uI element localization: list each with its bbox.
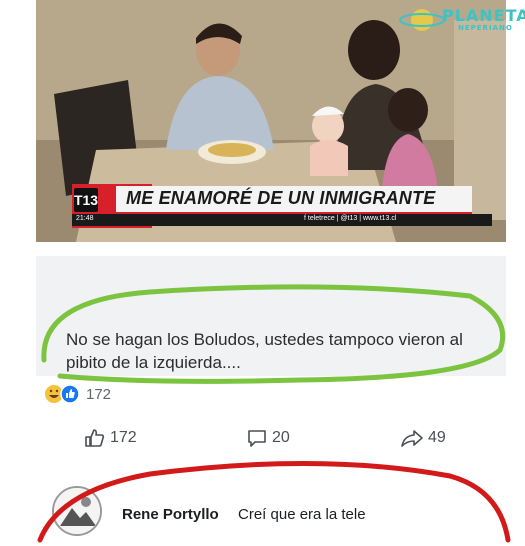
- like-button[interactable]: 172: [84, 424, 137, 452]
- planet-logo-icon: [399, 9, 445, 31]
- post-action-row: 172 20 49: [36, 418, 506, 458]
- tv-time: 21:48: [76, 215, 94, 222]
- t13-logo: T13: [74, 188, 98, 212]
- tv-social-handles: f teletrece | @t13 | www.t13.cl: [304, 215, 397, 222]
- comment-bubble: No se hagan los Boludos, ustedes tampoco…: [36, 256, 506, 376]
- reply-comment: Rene Portyllo Creí que era la tele: [36, 476, 506, 542]
- avatar[interactable]: [52, 486, 102, 536]
- share-arrow-icon: [401, 430, 423, 447]
- reactions-summary[interactable]: 172: [44, 383, 111, 405]
- tv-lower-third: T13 ME ENAMORÉ DE UN INMIGRANTE 21:48 f …: [36, 184, 506, 228]
- like-count: 172: [110, 429, 137, 446]
- share-count: 49: [428, 429, 446, 446]
- watermark-subtitle: NEPERIANO: [458, 24, 513, 32]
- comment-button[interactable]: 20: [246, 424, 290, 452]
- reply-author-name[interactable]: Rene Portyllo: [122, 506, 219, 523]
- tv-headline: ME ENAMORÉ DE UN INMIGRANTE: [126, 188, 436, 208]
- planeta-neperiano-watermark: PLANETA NEPERIANO: [398, 2, 525, 38]
- ticker-bar: [72, 214, 492, 226]
- thumbs-up-icon: [85, 429, 105, 447]
- watermark-title: PLANETA: [442, 6, 525, 25]
- comment-count: 20: [272, 429, 290, 446]
- like-reaction-icon: [60, 384, 80, 404]
- reply-text: Creí que era la tele: [238, 506, 366, 523]
- reactions-count: 172: [86, 385, 112, 403]
- comment-bubble-icon: [248, 430, 266, 447]
- comment-text: No se hagan los Boludos, ustedes tampoco…: [66, 330, 463, 372]
- share-button[interactable]: 49: [400, 424, 446, 452]
- avatar-image: [54, 488, 100, 534]
